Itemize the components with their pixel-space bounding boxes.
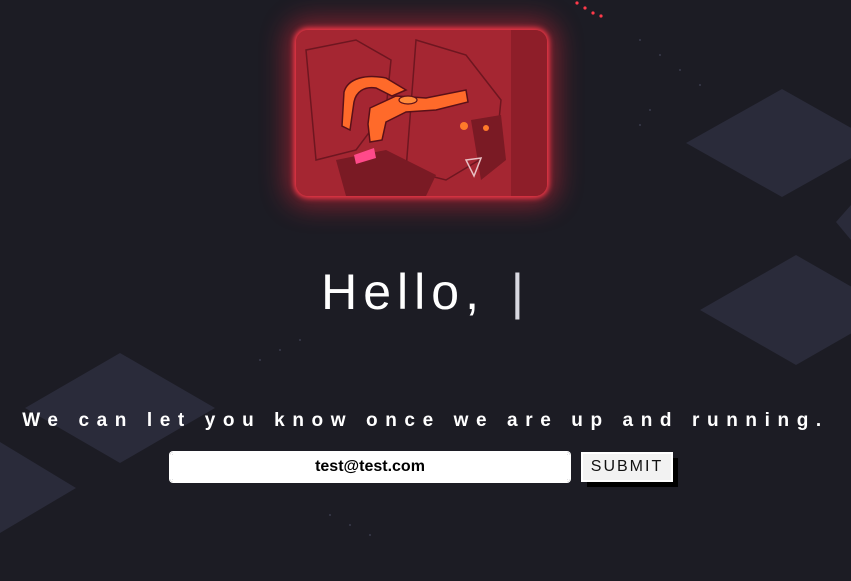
bg-diamond-5 bbox=[836, 205, 851, 240]
robot-illustration-icon bbox=[296, 30, 547, 196]
typing-cursor: | bbox=[510, 264, 530, 320]
bg-diamond-1 bbox=[686, 89, 851, 197]
submit-button-wrapper: SUBMIT bbox=[581, 452, 678, 487]
hero-image-frame bbox=[296, 30, 547, 196]
greeting-heading: Hello, | bbox=[0, 262, 851, 322]
tagline-text: We can let you know once we are up and r… bbox=[22, 410, 829, 431]
bg-dots bbox=[575, 1, 603, 18]
bg-diamond-3 bbox=[25, 353, 215, 463]
email-input[interactable] bbox=[170, 452, 570, 482]
landing-page: Hello, | We can let you know once we are… bbox=[0, 0, 851, 581]
greeting-text: Hello, bbox=[321, 264, 485, 320]
submit-button[interactable]: SUBMIT bbox=[581, 452, 673, 482]
bg-diamond-4 bbox=[0, 442, 76, 533]
